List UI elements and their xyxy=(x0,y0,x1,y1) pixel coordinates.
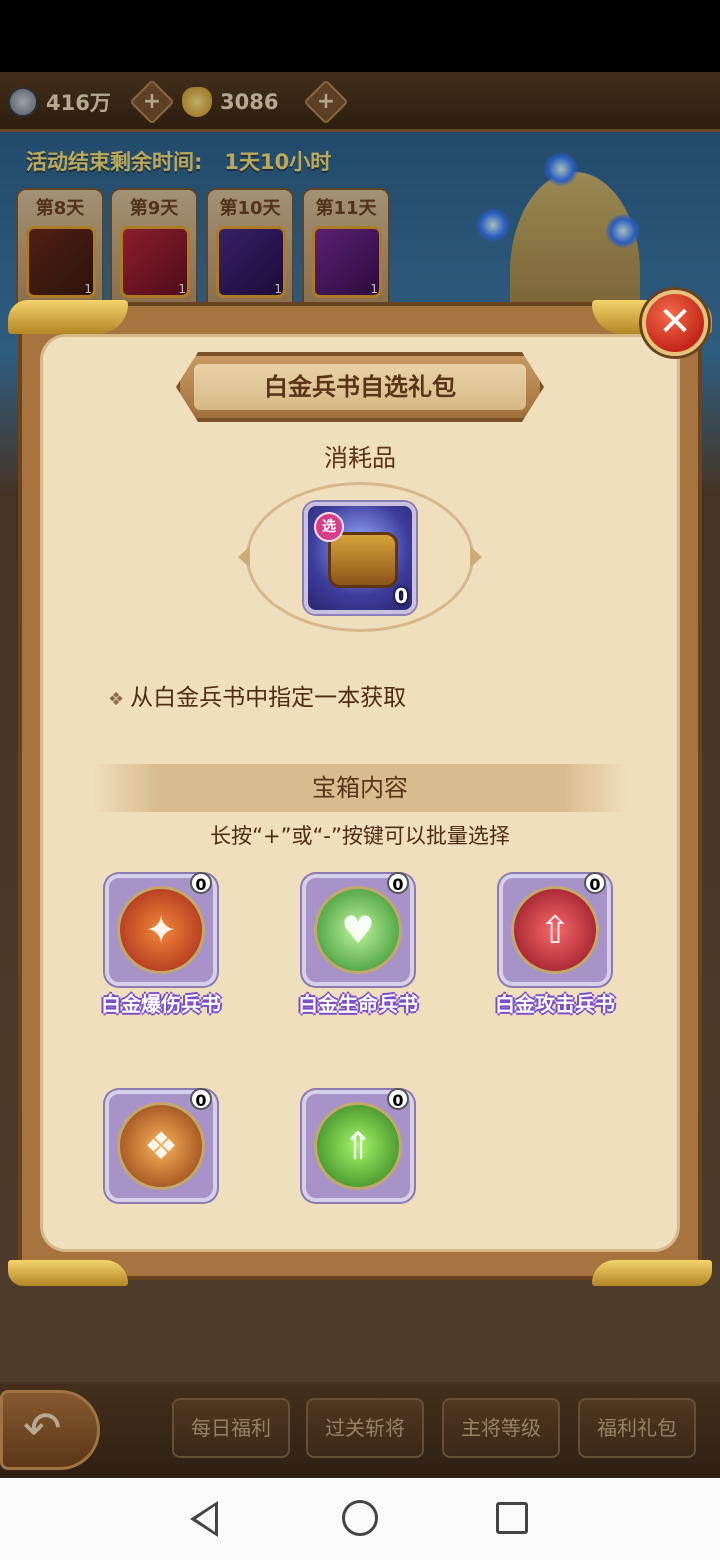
description-text: 从白金兵书中指定一本获取 xyxy=(130,685,407,711)
recent-apps-icon[interactable] xyxy=(496,1502,528,1534)
home-icon[interactable] xyxy=(342,1500,378,1536)
back-icon[interactable] xyxy=(190,1501,218,1537)
speed-book-icon: ⇑ xyxy=(314,1102,402,1190)
dialog-title-plate: 白金兵书自选礼包 xyxy=(176,352,544,422)
item-name: 白金攻击兵书 xyxy=(495,992,615,1016)
status-bar xyxy=(0,0,720,72)
contents-banner: 宝箱内容 xyxy=(92,764,628,812)
item-quantity: 0 xyxy=(387,1088,409,1110)
diamond-bullet-icon: ❖ xyxy=(108,689,125,710)
item-quantity: 0 xyxy=(190,872,212,894)
item-quantity: 0 xyxy=(387,872,409,894)
item-name: 白金爆伤兵书 xyxy=(101,992,221,1016)
crit-damage-book-icon: ✦ xyxy=(117,886,205,974)
close-button[interactable]: ✕ xyxy=(642,290,708,356)
content-item[interactable]: ⇧ 0 白金攻击兵书 xyxy=(464,860,615,1020)
frame-ornament xyxy=(8,1260,128,1286)
item-description: ❖ 从白金兵书中指定一本获取 xyxy=(108,678,406,712)
item-quantity: 0 xyxy=(584,872,606,894)
item-quantity: 0 xyxy=(394,584,408,608)
item-name: 白金生命兵书 xyxy=(298,992,418,1016)
content-item[interactable]: ⇑ 0 xyxy=(267,1076,417,1208)
content-item[interactable]: ♥ 0 白金生命兵书 xyxy=(267,860,418,1020)
contents-title: 宝箱内容 xyxy=(312,774,408,802)
frame-ornament xyxy=(8,300,128,334)
treasure-chest-icon xyxy=(328,532,398,588)
close-icon: ✕ xyxy=(658,299,692,345)
select-badge: 选 xyxy=(314,512,344,542)
dialog-title: 白金兵书自选礼包 xyxy=(264,373,456,401)
content-item[interactable]: ✦ 0 白金爆伤兵书 xyxy=(70,860,221,1020)
gift-pack-item[interactable]: 选 0 xyxy=(304,502,416,614)
android-nav-bar xyxy=(0,1478,720,1560)
attack-book-icon: ⇧ xyxy=(511,886,599,974)
defense-book-icon: ❖ xyxy=(117,1102,205,1190)
item-quantity: 0 xyxy=(190,1088,212,1110)
batch-select-hint: 长按“+”或“-”按键可以批量选择 xyxy=(210,824,510,848)
contents-grid: ✦ 0 白金爆伤兵书 ♥ 0 白金生命兵书 ⇧ 0 白金攻击兵书 ❖ 0 ⇑ 0 xyxy=(36,860,684,1208)
life-book-icon: ♥ xyxy=(314,886,402,974)
content-item[interactable]: ❖ 0 xyxy=(70,1076,220,1208)
item-category: 消耗品 xyxy=(324,444,396,472)
frame-ornament xyxy=(592,1260,712,1286)
